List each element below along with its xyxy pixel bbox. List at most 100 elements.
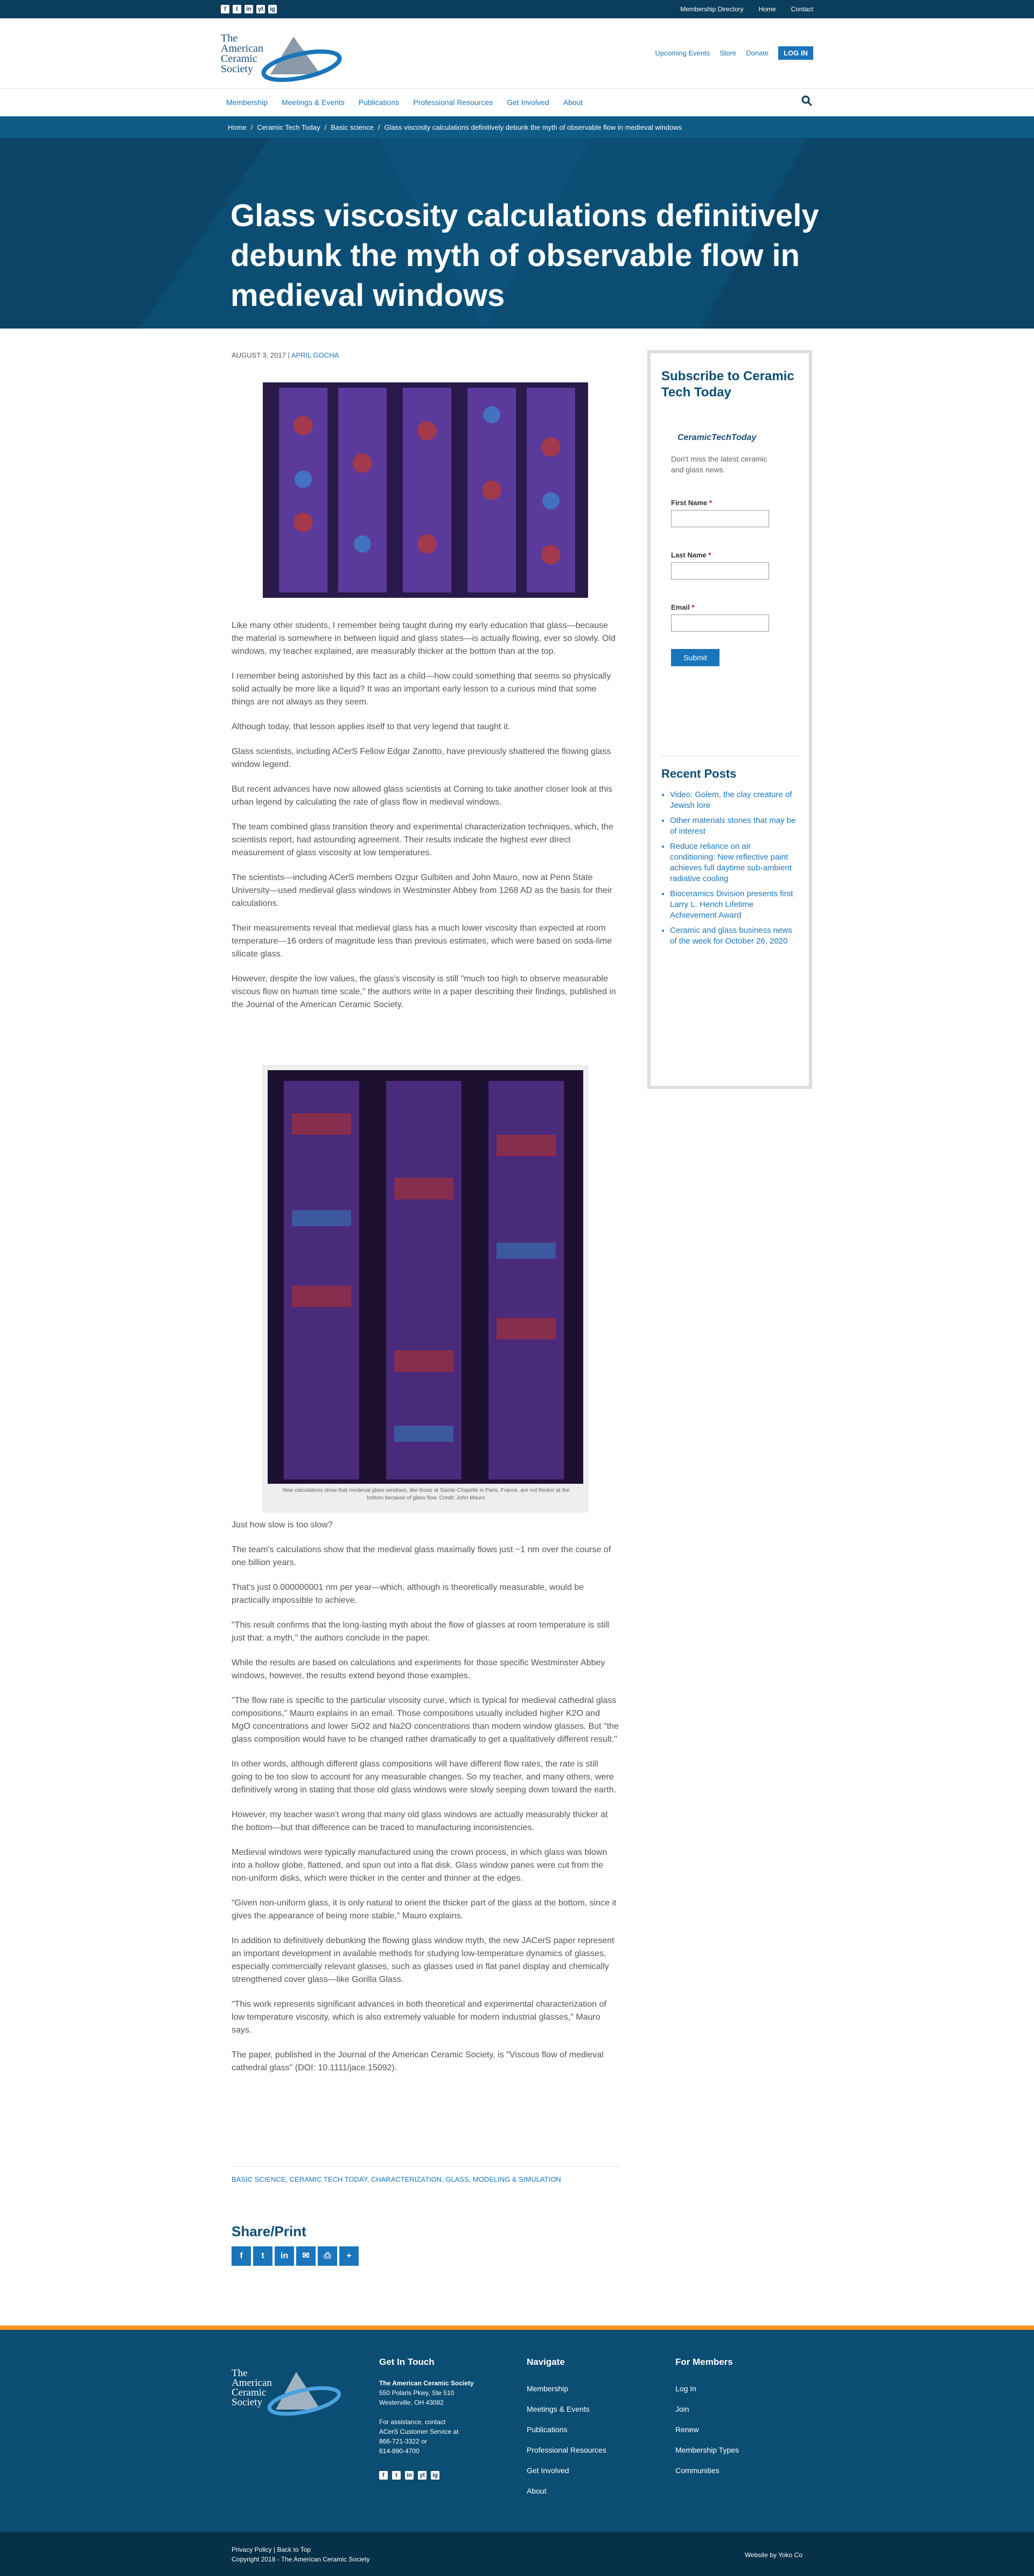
paragraph: Like many other students, I remember bei…	[232, 621, 616, 656]
nav-about[interactable]: About	[563, 98, 583, 107]
post-tags[interactable]: BASIC SCIENCE, CERAMIC TECH TODAY, CHARA…	[232, 2166, 619, 2183]
article-body-continued: Just how slow is too slow? The team's ca…	[232, 1519, 619, 2086]
submit-button[interactable]: Submit	[671, 649, 719, 666]
breadcrumb-home[interactable]: Home	[228, 123, 247, 131]
search-icon[interactable]	[800, 94, 813, 107]
paragraph: In other words, although different glass…	[232, 1760, 617, 1795]
footer-link[interactable]: Communities	[675, 2460, 739, 2481]
stained-glass-image	[263, 382, 588, 598]
first-name-input[interactable]	[671, 510, 769, 527]
main-navigation: Membership Meetings & Events Publication…	[0, 88, 1034, 116]
upcoming-events-link[interactable]: Upcoming Events	[655, 49, 710, 57]
subscribe-title: Subscribe to Ceramic Tech Today	[661, 369, 794, 400]
author-link[interactable]: APRIL GOCHA	[291, 351, 339, 359]
footer-linkedin-icon[interactable]: in	[405, 2471, 414, 2480]
email-input[interactable]	[671, 615, 769, 632]
paragraph: Medieval windows were typically manufact…	[232, 1848, 607, 1883]
nav-membership[interactable]: Membership	[226, 98, 268, 107]
breadcrumb-current: Glass viscosity calculations definitivel…	[384, 123, 682, 131]
breadcrumb-ceramic-tech-today[interactable]: Ceramic Tech Today	[257, 123, 320, 131]
login-button[interactable]: LOG IN	[778, 46, 813, 60]
share-print-icon[interactable]: ⎙	[318, 2246, 337, 2266]
footer-facebook-icon[interactable]: f	[379, 2471, 388, 2480]
footer-link[interactable]: Renew	[675, 2419, 739, 2440]
logo-swoosh-icon	[261, 37, 342, 82]
paragraph: In addition to definitively debunking th…	[232, 1936, 614, 1984]
footer-instagram-icon[interactable]: ig	[431, 2471, 439, 2480]
donate-link[interactable]: Donate	[746, 49, 768, 57]
website-credit[interactable]: Website by Yoko Co	[745, 2551, 802, 2559]
hero-banner: Glass viscosity calculations definitivel…	[0, 138, 1034, 329]
last-name-field: Last Name *	[671, 551, 798, 580]
paragraph: Their measurements reveal that medieval …	[232, 924, 612, 959]
breadcrumb-basic-science[interactable]: Basic science	[331, 123, 373, 131]
share-linkedin-icon[interactable]: in	[275, 2246, 294, 2266]
recent-post-link[interactable]: Ceramic and glass business news of the w…	[670, 925, 798, 947]
recent-posts: Recent Posts Video: Golem, the clay crea…	[661, 756, 798, 947]
store-link[interactable]: Store	[719, 49, 736, 57]
paragraph: While the results are based on calculati…	[232, 1658, 605, 1680]
paragraph: The scientists—including ACerS members O…	[232, 873, 612, 908]
home-link[interactable]: Home	[759, 5, 776, 13]
share-title: Share/Print	[232, 2223, 306, 2239]
paragraph: However, my teacher wasn't wrong that ma…	[232, 1810, 608, 1832]
paragraph: The paper, published in the Journal of t…	[232, 2050, 604, 2072]
page-title: Glass viscosity calculations definitivel…	[230, 198, 819, 313]
recent-post-link[interactable]: Reduce reliance on air conditioning: New…	[670, 841, 798, 884]
recent-post-link[interactable]: Video: Golem, the clay creature of Jewis…	[670, 790, 798, 811]
privacy-policy-link[interactable]: Privacy Policy	[232, 2546, 272, 2553]
paragraph: The team combined glass transition theor…	[232, 822, 613, 857]
contact-link[interactable]: Contact	[791, 5, 813, 13]
share-twitter-icon[interactable]: t	[253, 2246, 273, 2266]
last-name-input[interactable]	[671, 562, 769, 580]
recent-post-link[interactable]: Other materials stories that may be of i…	[670, 815, 798, 837]
nav-meetings-events[interactable]: Meetings & Events	[282, 98, 345, 107]
footer-youtube-icon[interactable]: yt	[418, 2471, 427, 2480]
nav-professional-resources[interactable]: Professional Resources	[413, 98, 493, 107]
paragraph: "This result confirms that the long-last…	[232, 1621, 610, 1643]
footer-link[interactable]: Membership Types	[675, 2440, 739, 2460]
figure: New calculations show that medieval glas…	[263, 1065, 588, 1512]
facebook-icon[interactable]: f	[221, 5, 229, 13]
paragraph: However, despite the low values, the gla…	[232, 974, 616, 1009]
footer-link[interactable]: Log In	[675, 2378, 739, 2399]
footer-link[interactable]: About	[527, 2481, 606, 2501]
footer-link[interactable]: Meetings & Events	[527, 2399, 606, 2419]
twitter-icon[interactable]: t	[233, 5, 241, 13]
footer-twitter-icon[interactable]: t	[392, 2471, 401, 2480]
footer-bottom-bar: Privacy Policy | Back to Top Copyright 2…	[0, 2532, 1034, 2576]
paragraph: Glass scientists, including ACerS Fellow…	[232, 747, 611, 769]
paragraph: "Given non-uniform glass, it is only nat…	[232, 1898, 617, 1921]
acers-logo[interactable]: The American Ceramic Society	[221, 27, 361, 86]
footer-accent	[0, 2326, 1034, 2330]
footer-navigate: Navigate Membership Meetings & Events Pu…	[527, 2357, 606, 2501]
footer-link[interactable]: Membership	[527, 2378, 606, 2399]
footer-link[interactable]: Publications	[527, 2419, 606, 2440]
footer-link[interactable]: Professional Resources	[527, 2440, 606, 2460]
share-more-icon[interactable]: +	[339, 2246, 359, 2266]
subscribe-description: Don't miss the latest ceramic and glass …	[671, 455, 767, 474]
footer-logo[interactable]: The American Ceramic Society	[232, 2362, 355, 2421]
share-facebook-icon[interactable]: f	[232, 2246, 251, 2266]
paragraph: But recent advances have now allowed gla…	[232, 785, 613, 807]
instagram-icon[interactable]: ig	[268, 5, 277, 13]
paragraph: The team's calculations show that the me…	[232, 1545, 611, 1567]
nav-get-involved[interactable]: Get Involved	[507, 98, 549, 107]
footer-members: For Members Log In Join Renew Membership…	[675, 2357, 739, 2481]
paragraph: I remember being astonished by this fact…	[232, 672, 611, 707]
recent-post-link[interactable]: Bioceramics Division presents first Larr…	[670, 889, 798, 921]
site-footer: The American Ceramic Society Get In Touc…	[0, 2330, 1034, 2532]
post-meta: AUGUST 3, 2017 | APRIL GOCHA	[232, 351, 339, 359]
footer-contact: Get In Touch The American Ceramic Societ…	[379, 2357, 474, 2480]
footer-link[interactable]: Join	[675, 2399, 739, 2419]
site-header: The American Ceramic Society Upcoming Ev…	[0, 18, 1034, 88]
footer-link[interactable]: Get Involved	[527, 2460, 606, 2481]
membership-directory-link[interactable]: Membership Directory	[680, 5, 743, 13]
nav-publications[interactable]: Publications	[359, 98, 400, 107]
back-to-top-link[interactable]: Back to Top	[277, 2546, 311, 2553]
social-links: f t in yt ig	[221, 5, 277, 13]
paragraph: Just how slow is too slow?	[232, 1520, 333, 1530]
youtube-icon[interactable]: yt	[256, 5, 265, 13]
share-email-icon[interactable]: ✉	[296, 2246, 316, 2266]
linkedin-icon[interactable]: in	[244, 5, 253, 13]
